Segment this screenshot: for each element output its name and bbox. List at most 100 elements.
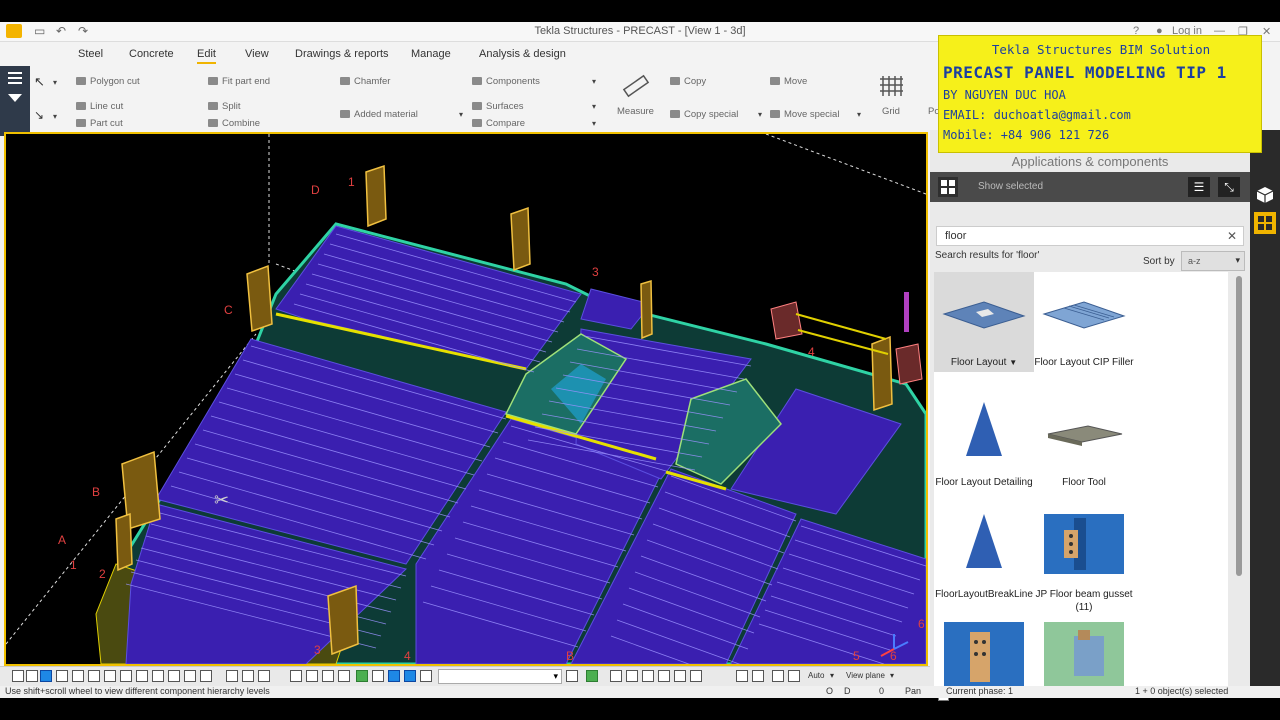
results-scrollbar[interactable] xyxy=(1236,276,1242,576)
show-selected-toggle[interactable]: Show selected xyxy=(978,181,1043,192)
collapse-icon[interactable]: ⤡ xyxy=(1218,177,1240,197)
cube-icon[interactable] xyxy=(1254,184,1276,206)
added-material-button[interactable]: Added material xyxy=(340,109,418,120)
work-plane-icon[interactable] xyxy=(626,670,638,682)
chevron-down-icon[interactable]: ▼ xyxy=(1009,358,1017,367)
select-surface-icon[interactable] xyxy=(40,670,52,682)
sort-select[interactable]: a-z ▾ xyxy=(1181,251,1245,271)
tab-manage[interactable]: Manage xyxy=(411,48,451,60)
snap-any-icon[interactable] xyxy=(420,670,432,682)
select-bolts-icon[interactable] xyxy=(152,670,164,682)
select-assembly-icon[interactable] xyxy=(226,670,238,682)
chamfer-button[interactable]: Chamfer xyxy=(340,76,390,87)
select-rebar-icon[interactable] xyxy=(168,670,180,682)
select-reference-icon[interactable] xyxy=(184,670,196,682)
polygon-cut-button[interactable]: Polygon cut xyxy=(76,76,140,87)
plane-icon[interactable] xyxy=(610,670,622,682)
select-component-icon[interactable] xyxy=(200,670,212,682)
right-side-strip xyxy=(1250,130,1280,686)
close-icon[interactable]: ✕ xyxy=(1262,25,1271,38)
tab-drawings-reports[interactable]: Drawings & reports xyxy=(295,48,389,60)
select-parts-icon[interactable] xyxy=(26,670,38,682)
component-floor-layout-cip-filler[interactable]: Floor Layout CIP Filler xyxy=(1034,272,1134,369)
copy-button[interactable]: Copy xyxy=(670,76,706,87)
tab-concrete[interactable]: Concrete xyxy=(129,48,174,60)
components-button[interactable]: Components xyxy=(472,76,540,87)
polygon-icon[interactable] xyxy=(674,670,686,682)
component-label: Floor Layout ▼ xyxy=(950,357,1018,368)
snap-override-icon[interactable] xyxy=(566,670,578,682)
select-cuts-icon[interactable] xyxy=(120,670,132,682)
search-box: ✕ xyxy=(936,226,1244,246)
select-points-icon[interactable] xyxy=(56,670,68,682)
fit-part-end-icon xyxy=(208,77,218,86)
tab-view[interactable]: View xyxy=(245,48,269,60)
arc-icon[interactable] xyxy=(690,670,702,682)
clear-search-icon[interactable]: ✕ xyxy=(1227,229,1237,243)
phase-icon[interactable] xyxy=(772,670,784,682)
select-snap-icon[interactable] xyxy=(258,670,270,682)
compare-button[interactable]: Compare xyxy=(472,118,525,129)
surfaces-button[interactable]: Surfaces xyxy=(472,101,524,112)
snap-intersection-icon[interactable] xyxy=(372,670,384,682)
line-cut-button[interactable]: Line cut xyxy=(76,101,123,112)
tab-steel[interactable]: Steel xyxy=(78,48,103,60)
dimension-icon[interactable] xyxy=(752,670,764,682)
measure-button[interactable] xyxy=(622,72,650,100)
snap-extension-icon[interactable] xyxy=(404,670,416,682)
auto-select[interactable]: Auto xyxy=(808,671,824,680)
select-object-icon[interactable] xyxy=(242,670,254,682)
list-icon[interactable]: ☰ xyxy=(1188,177,1210,197)
combine-button[interactable]: Combine xyxy=(208,118,260,129)
select-lines-icon[interactable] xyxy=(88,670,100,682)
component-floorlayoutbreakline[interactable]: FloorLayoutBreakLine xyxy=(934,504,1034,601)
tab-edit[interactable]: Edit xyxy=(197,48,216,64)
snap-combo[interactable]: ▾ xyxy=(438,669,562,684)
split-button[interactable]: Split xyxy=(208,101,240,112)
part-cut-button[interactable]: Part cut xyxy=(76,118,123,129)
applications-icon[interactable] xyxy=(1254,212,1276,234)
search-input[interactable] xyxy=(945,230,1215,242)
component-thumbnail-8[interactable] xyxy=(1034,612,1134,686)
view-plane-select[interactable]: View plane xyxy=(846,671,885,680)
select-views-icon[interactable] xyxy=(136,670,148,682)
smart-select-icon[interactable]: ↘ xyxy=(34,108,44,122)
lock-icon[interactable] xyxy=(788,670,800,682)
snap-center-icon[interactable] xyxy=(356,670,368,682)
select-welds-icon[interactable] xyxy=(104,670,116,682)
select-grid-icon[interactable] xyxy=(72,670,84,682)
component-floor-layout-detailing[interactable]: Floor Layout Detailing xyxy=(934,392,1034,489)
components-icon xyxy=(472,77,482,86)
grid-button[interactable] xyxy=(879,74,903,98)
component-thumbnail-7[interactable] xyxy=(934,612,1034,686)
floor-tool-thumbnail xyxy=(1034,392,1134,472)
select-all-icon[interactable] xyxy=(12,670,24,682)
select-arrow-icon[interactable]: ↖ xyxy=(34,74,45,90)
grid-label: 5 xyxy=(853,649,860,663)
grid-label: 3 xyxy=(592,265,599,279)
circle-icon[interactable] xyxy=(642,670,654,682)
copy-special-button[interactable]: Copy special xyxy=(670,109,738,120)
component-floor-tool[interactable]: Floor Tool xyxy=(1034,392,1134,489)
applications-components-panel: Applications & components Show selected … xyxy=(930,130,1250,701)
banner-title: PRECAST PANEL MODELING TIP 1 xyxy=(943,63,1227,82)
panel-title: Applications & components xyxy=(1011,154,1169,169)
component-jp-floor-beam-gusset[interactable]: JP Floor beam gusset (11) xyxy=(1034,504,1134,614)
snap-nearest-icon[interactable] xyxy=(338,670,350,682)
snap-tool-icon[interactable] xyxy=(586,670,598,682)
snap-line-icon[interactable] xyxy=(322,670,334,682)
grid-view-icon[interactable] xyxy=(938,177,958,197)
snap-mid-icon[interactable] xyxy=(306,670,318,682)
tab-analysis-design[interactable]: Analysis & design xyxy=(479,48,566,60)
snap-perpendicular-icon[interactable] xyxy=(388,670,400,682)
component-floor-layout[interactable]: Floor Layout ▼ xyxy=(934,272,1034,372)
part-cut-icon xyxy=(76,119,86,128)
snap-end-icon[interactable] xyxy=(290,670,302,682)
3d-model-view[interactable]: D 1 C 3 4 B A 1 2 B 4 5 6 6 3 ✂ xyxy=(4,132,928,666)
rect-icon[interactable] xyxy=(658,670,670,682)
fit-part-end-button[interactable]: Fit part end xyxy=(208,76,270,87)
move-button[interactable]: Move xyxy=(770,76,807,87)
move-special-button[interactable]: Move special xyxy=(770,109,839,120)
filter-icon[interactable] xyxy=(736,670,748,682)
added-material-icon xyxy=(340,110,350,119)
